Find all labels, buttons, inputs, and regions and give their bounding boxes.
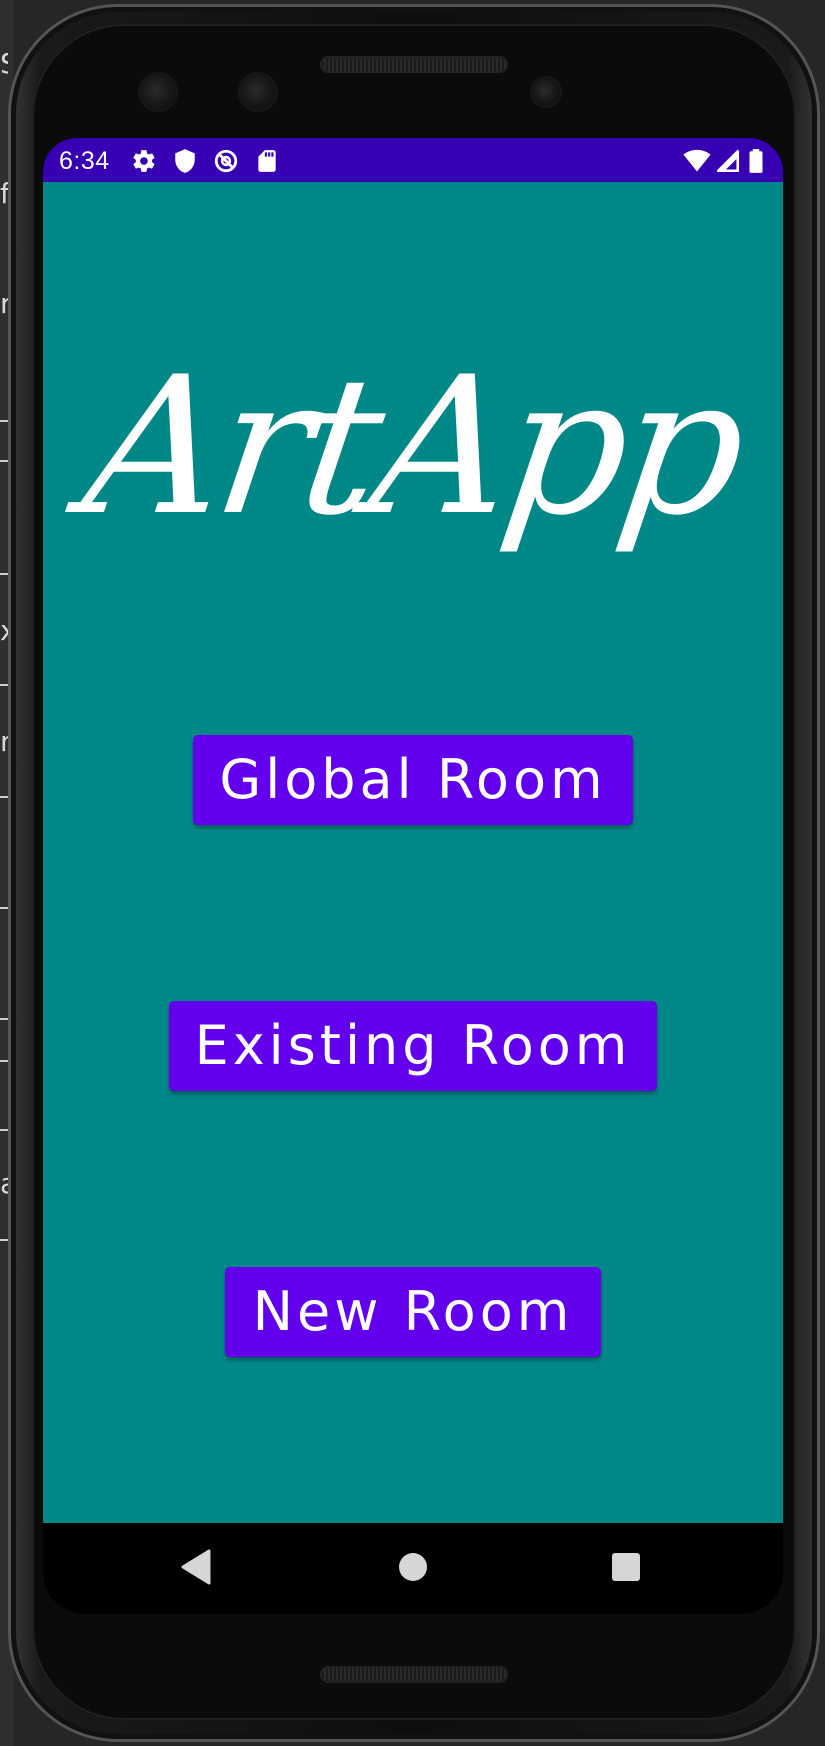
background-glyph: r	[0, 290, 8, 318]
background-divider	[0, 684, 8, 686]
background-divider	[0, 573, 8, 575]
back-triangle-icon[interactable]	[167, 1537, 227, 1597]
background-glyph: S	[0, 50, 8, 78]
bottom-speaker-grille	[320, 1666, 508, 1683]
background-glyph: m	[0, 728, 8, 756]
no-tracking-icon	[214, 149, 238, 173]
shield-icon	[175, 149, 195, 173]
recents-square-icon[interactable]	[596, 1537, 656, 1597]
background-divider	[0, 1129, 8, 1131]
background-divider	[0, 796, 8, 798]
existing-room-button[interactable]: Existing Room	[169, 1001, 657, 1091]
front-camera-lens	[140, 74, 176, 110]
background-divider	[0, 420, 8, 422]
wifi-icon	[683, 149, 711, 172]
app-logo: ArtApp	[73, 336, 754, 557]
cellular-signal-icon	[716, 149, 740, 173]
app-content: ArtApp Global Room Existing Room New Roo…	[43, 182, 783, 1523]
background-divider	[0, 460, 8, 462]
gear-icon	[133, 150, 155, 172]
global-room-button[interactable]: Global Room	[193, 735, 633, 825]
background-glyph: x	[0, 617, 8, 645]
background-divider	[0, 1239, 8, 1241]
home-circle-icon[interactable]	[383, 1537, 443, 1597]
background-divider	[0, 907, 8, 909]
background-glyph: f	[0, 180, 8, 208]
top-speaker-grille	[320, 56, 508, 73]
sd-card-icon	[258, 150, 276, 172]
navigation-bar	[43, 1523, 783, 1614]
background-divider	[0, 1060, 8, 1062]
status-time: 6:34	[59, 147, 110, 175]
device-screen: 6:34 ArtApp Global Room Existing Room Ne…	[43, 138, 783, 1614]
new-room-button[interactable]: New Room	[225, 1267, 601, 1357]
proximity-sensor	[532, 78, 560, 106]
status-bar: 6:34	[43, 138, 783, 182]
front-camera-lens	[240, 74, 276, 110]
battery-icon	[749, 149, 763, 173]
background-glyph: a	[0, 1170, 8, 1198]
background-divider	[0, 1018, 8, 1020]
